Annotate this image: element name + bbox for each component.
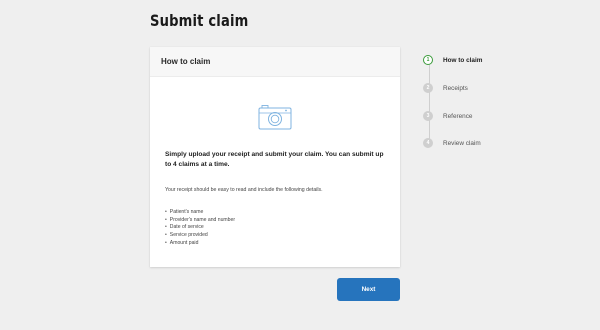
next-button[interactable]: Next bbox=[337, 278, 400, 301]
step-number: 2 bbox=[423, 83, 433, 93]
how-to-claim-card: How to claim Simply upload your receipt … bbox=[150, 47, 400, 267]
list-item: Service provided bbox=[165, 232, 235, 240]
camera-icon bbox=[258, 105, 292, 130]
receipt-requirements: Your receipt should be easy to read and … bbox=[165, 187, 323, 193]
claim-stepper: 1 How to claim 2 Receipts 3 Reference 4 … bbox=[423, 53, 543, 153]
step-label: How to claim bbox=[443, 56, 483, 64]
step-reference[interactable]: 3 Reference bbox=[423, 110, 473, 122]
claim-instructions: Simply upload your receipt and submit yo… bbox=[165, 151, 384, 168]
list-item: Date of service bbox=[165, 224, 235, 232]
step-label: Receipts bbox=[443, 84, 468, 92]
card-header: How to claim bbox=[150, 47, 400, 77]
step-number: 4 bbox=[423, 138, 433, 148]
list-item: Patient's name bbox=[165, 209, 235, 217]
step-number: 3 bbox=[423, 111, 433, 121]
card-title: How to claim bbox=[161, 57, 211, 66]
step-label: Review claim bbox=[443, 139, 481, 147]
step-number: 1 bbox=[423, 55, 433, 65]
step-receipts[interactable]: 2 Receipts bbox=[423, 82, 468, 94]
stepper-connector bbox=[428, 63, 430, 143]
step-review-claim[interactable]: 4 Review claim bbox=[423, 137, 481, 149]
list-item: Amount paid bbox=[165, 240, 235, 248]
list-item: Provider's name and number bbox=[165, 217, 235, 225]
receipt-details-list: Patient's name Provider's name and numbe… bbox=[165, 209, 235, 248]
page-title: Submit claim bbox=[150, 11, 249, 30]
step-how-to-claim[interactable]: 1 How to claim bbox=[423, 54, 482, 66]
step-label: Reference bbox=[443, 112, 473, 120]
